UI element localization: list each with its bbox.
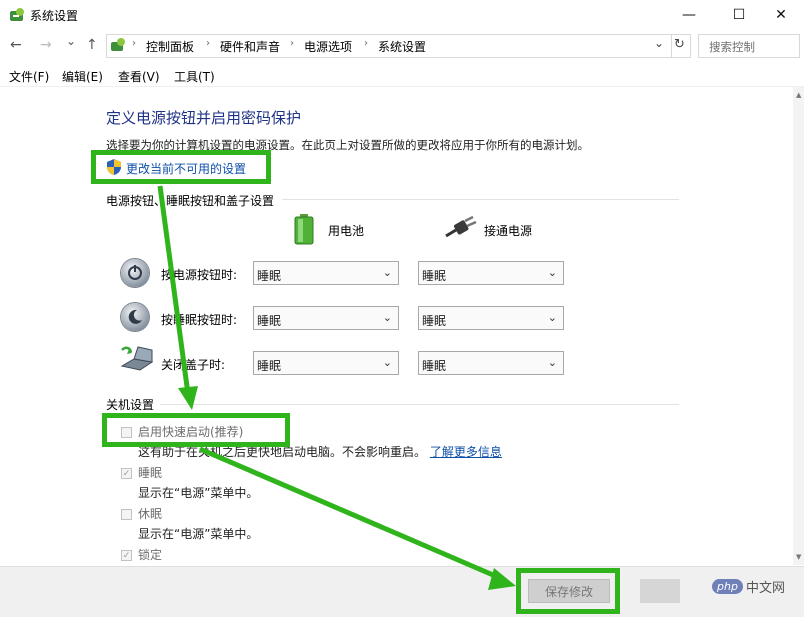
- sleep-description: 显示在“电源”菜单中。: [138, 486, 259, 500]
- hibernate-label: 休眠: [138, 507, 163, 521]
- annotation-box-save: [516, 568, 620, 614]
- watermark-text: 中文网: [745, 581, 785, 596]
- chevron-down-icon: ⌄: [382, 356, 392, 369]
- close-button[interactable]: ✕: [758, 0, 804, 30]
- refresh-button[interactable]: ↻: [670, 34, 691, 58]
- refresh-icon: ↻: [674, 37, 685, 52]
- vertical-scrollbar[interactable]: ▲ ▼: [793, 87, 804, 565]
- up-button[interactable]: ↑: [86, 37, 98, 53]
- fast-startup-desc-text: 这有助于在关机之后更快地启动电脑。不会影响重启。: [138, 445, 427, 459]
- cancel-button[interactable]: [640, 579, 680, 603]
- menu-tools[interactable]: 工具(T): [174, 68, 215, 85]
- sleep-button-battery-select[interactable]: 睡眠 ⌄: [253, 306, 399, 330]
- chevron-down-icon: ⌄: [547, 266, 557, 279]
- annotation-arrow-right: [199, 446, 501, 581]
- annotation-arrowhead: [178, 386, 198, 410]
- lock-label: 锁定: [138, 548, 163, 562]
- breadcrumb-separator-icon: ›: [206, 38, 210, 49]
- chevron-down-icon: ⌄: [382, 266, 392, 279]
- menu-edit[interactable]: 编辑(E): [62, 68, 103, 85]
- recent-dropdown-button[interactable]: ⌄: [66, 34, 76, 48]
- chevron-down-icon: ⌄: [547, 356, 557, 369]
- scroll-up-icon[interactable]: ▲: [796, 91, 801, 99]
- column-battery: 用电池: [328, 224, 365, 238]
- select-value: 睡眠: [257, 359, 282, 373]
- breadcrumb-system-settings[interactable]: 系统设置: [378, 38, 426, 55]
- lock-checkbox[interactable]: ✓: [121, 550, 132, 561]
- search-input[interactable]: 搜索控制: [698, 34, 800, 58]
- sleep-checkbox[interactable]: ✓: [121, 468, 132, 479]
- menu-view[interactable]: 查看(V): [118, 68, 160, 85]
- select-value: 睡眠: [422, 359, 447, 373]
- lid-close-battery-select[interactable]: 睡眠 ⌄: [253, 351, 399, 375]
- column-plugged-in: 接通电源: [484, 224, 533, 238]
- select-value: 睡眠: [422, 269, 447, 283]
- watermark: php 中文网: [712, 577, 785, 596]
- control-panel-icon: [111, 38, 125, 51]
- control-panel-icon: [10, 8, 24, 21]
- learn-more-link[interactable]: 了解更多信息: [430, 445, 502, 459]
- select-value: 睡眠: [422, 314, 447, 328]
- battery-icon: [294, 214, 314, 245]
- menu-file[interactable]: 文件(F): [9, 68, 49, 85]
- hibernate-checkbox[interactable]: [121, 509, 132, 520]
- breadcrumb-power-options[interactable]: 电源选项: [304, 38, 352, 55]
- breadcrumb-separator-icon: ›: [364, 38, 368, 49]
- breadcrumb-hardware-sound[interactable]: 硬件和声音: [220, 38, 280, 55]
- section-divider: [282, 199, 679, 200]
- menu-divider: [0, 86, 804, 87]
- power-plug-icon: [445, 216, 477, 238]
- hibernate-description: 显示在“电源”菜单中。: [138, 527, 259, 541]
- breadcrumb-separator-icon: ›: [132, 38, 136, 49]
- select-value: 睡眠: [257, 314, 282, 328]
- power-button-label: 按电源按钮时:: [161, 268, 238, 282]
- breadcrumb-separator-icon: ›: [290, 38, 294, 49]
- window-title: 系统设置: [30, 9, 79, 23]
- chevron-down-icon: ⌄: [547, 311, 557, 324]
- sleep-label: 睡眠: [138, 466, 163, 480]
- power-section-title: 电源按钮、睡眠按钮和盖子设置: [106, 194, 275, 208]
- shutdown-section-title: 关机设置: [106, 398, 155, 412]
- lid-close-plugged-select[interactable]: 睡眠 ⌄: [418, 351, 564, 375]
- select-value: 睡眠: [257, 269, 282, 283]
- minimize-button[interactable]: —: [666, 0, 712, 30]
- search-placeholder: 搜索控制: [709, 40, 755, 54]
- power-button-battery-select[interactable]: 睡眠 ⌄: [253, 261, 399, 285]
- forward-button[interactable]: →: [40, 37, 52, 53]
- sleep-button-icon: [121, 303, 149, 331]
- power-button-icon: [121, 259, 149, 287]
- lid-close-label: 关闭盖子时:: [161, 358, 226, 372]
- sleep-button-plugged-select[interactable]: 睡眠 ⌄: [418, 306, 564, 330]
- laptop-lid-icon: [120, 346, 154, 371]
- sleep-button-label: 按睡眠按钮时:: [161, 313, 238, 327]
- page-title: 定义电源按钮并启用密码保护: [106, 109, 302, 127]
- chevron-down-icon: ⌄: [382, 311, 392, 324]
- address-dropdown-icon[interactable]: ⌄: [654, 36, 664, 50]
- annotation-box-change-settings: [91, 150, 271, 184]
- back-button[interactable]: ←: [10, 37, 22, 53]
- watermark-badge: php: [712, 579, 743, 594]
- power-button-plugged-select[interactable]: 睡眠 ⌄: [418, 261, 564, 285]
- scroll-down-icon[interactable]: ▼: [796, 553, 801, 561]
- annotation-box-fast-startup: [102, 413, 290, 447]
- section-divider: [160, 404, 679, 405]
- breadcrumb-control-panel[interactable]: 控制面板: [146, 38, 194, 55]
- maximize-button[interactable]: ☐: [716, 0, 762, 30]
- bottom-button-bar: [0, 566, 804, 617]
